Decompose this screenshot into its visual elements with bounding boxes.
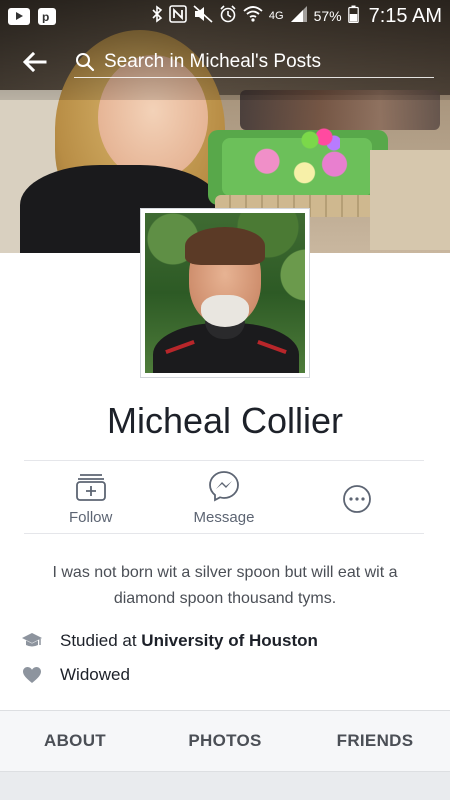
- youtube-icon: [8, 7, 30, 25]
- relationship-status: Widowed: [60, 665, 130, 684]
- divider: [24, 460, 424, 461]
- status-time: 7:15 AM: [368, 4, 442, 27]
- svg-text:p: p: [42, 10, 49, 23]
- message-button[interactable]: Message: [157, 462, 290, 532]
- search-placeholder: Search in Micheal's Posts: [104, 50, 321, 72]
- profile-name: Micheal Collier: [106, 400, 344, 441]
- signal-icon: [290, 5, 308, 27]
- messenger-icon: [207, 469, 241, 503]
- battery-percent: 57%: [313, 8, 342, 24]
- education-prefix: Studied at: [60, 631, 137, 650]
- wifi-icon: [243, 5, 263, 27]
- message-label: Message: [193, 508, 255, 526]
- profile-picture[interactable]: [140, 208, 310, 378]
- graduation-cap-icon: [20, 631, 44, 651]
- relationship-row[interactable]: Widowed: [20, 662, 430, 688]
- back-button[interactable]: [20, 50, 50, 74]
- more-button[interactable]: [291, 462, 424, 532]
- follow-icon: [74, 469, 108, 503]
- bluetooth-icon: [151, 5, 163, 27]
- bottom-strip: [0, 772, 450, 800]
- alarm-icon: [219, 5, 237, 27]
- battery-icon: [347, 5, 359, 27]
- divider: [24, 533, 424, 534]
- mute-icon: [193, 5, 213, 27]
- back-arrow-icon: [23, 52, 47, 72]
- heart-icon: [20, 665, 44, 685]
- profile-screen: p 4G 57% 7:15 AM Search in Micheal's Pos…: [0, 0, 450, 800]
- tab-about[interactable]: ABOUT: [0, 711, 150, 771]
- more-icon: [340, 482, 374, 516]
- pinterest-icon: p: [38, 7, 56, 25]
- follow-button[interactable]: Follow: [24, 462, 157, 532]
- search-row: Search in Micheal's Posts: [0, 42, 450, 84]
- nfc-icon: [169, 5, 187, 27]
- search-input[interactable]: Search in Micheal's Posts: [74, 46, 434, 78]
- tab-friends[interactable]: FRIENDS: [300, 711, 450, 771]
- network-type-label: 4G: [268, 10, 284, 22]
- profile-actions: Follow Message: [24, 462, 424, 532]
- search-icon: [74, 51, 96, 73]
- education-school: University of Houston: [141, 631, 318, 650]
- status-bar: p 4G 57% 7:15 AM: [0, 0, 450, 32]
- education-row[interactable]: Studied at University of Houston: [20, 628, 430, 654]
- follow-label: Follow: [68, 508, 113, 526]
- profile-bio: I was not born wit a silver spoon but wi…: [52, 564, 398, 607]
- profile-tabs: ABOUT PHOTOS FRIENDS: [0, 710, 450, 772]
- tab-photos[interactable]: PHOTOS: [150, 711, 300, 771]
